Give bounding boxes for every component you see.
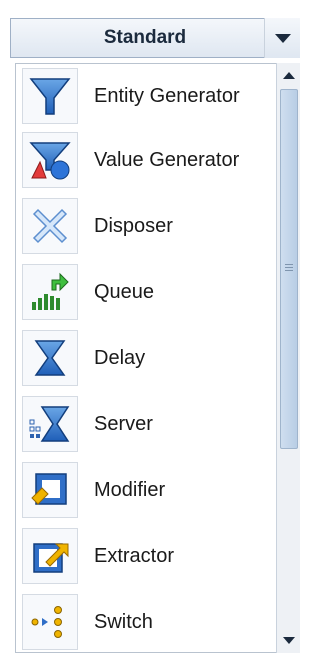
palette-item-label: Extractor [94,544,175,567]
category-dropdown-button[interactable] [264,18,300,58]
palette-item-disposer[interactable]: Disposer [16,196,278,256]
funnel-icon [22,68,78,124]
palette-item-label: Server [94,412,153,435]
chevron-down-icon [274,34,291,43]
palette-item-label: Modifier [94,478,166,501]
switch-icon [22,594,78,650]
hourglass-icon [22,330,78,386]
scroll-down-arrow-icon[interactable] [277,629,301,653]
palette-item-extractor[interactable]: Extractor [16,526,278,586]
palette-item-label: Switch [94,610,153,633]
palette-item-label: Queue [94,280,155,303]
palette-item-label: Delay [94,346,146,369]
palette-item-server[interactable]: Server [16,394,278,454]
palette-item-value-generator[interactable]: Value Generator [16,130,278,190]
server-hourglass-icon [22,396,78,452]
palette-category-header[interactable]: Standard [10,18,280,58]
palette-item-label: Disposer [94,214,173,237]
palette-item-queue[interactable]: Queue [16,262,278,322]
disposer-x-icon [22,198,78,254]
palette-item-entity-generator[interactable]: Entity Generator [16,66,278,126]
vertical-scrollbar[interactable] [276,63,300,653]
palette-item-label: Entity Generator [94,84,240,107]
scrollbar-thumb[interactable] [280,89,298,449]
value-generator-icon [22,132,78,188]
palette-item-delay[interactable]: Delay [16,328,278,388]
palette-item-label: Value Generator [94,148,240,171]
palette-item-switch[interactable]: Switch [16,592,278,652]
scroll-up-arrow-icon[interactable] [277,63,301,87]
category-title: Standard [103,27,187,48]
extractor-icon [22,528,78,584]
palette-item-modifier[interactable]: Modifier [16,460,278,520]
palette-panel: Standard Entity Generator Value Generato… [0,0,300,656]
queue-icon [22,264,78,320]
modifier-icon [22,462,78,518]
palette-list: Entity Generator Value Generator Dispose… [15,63,277,653]
